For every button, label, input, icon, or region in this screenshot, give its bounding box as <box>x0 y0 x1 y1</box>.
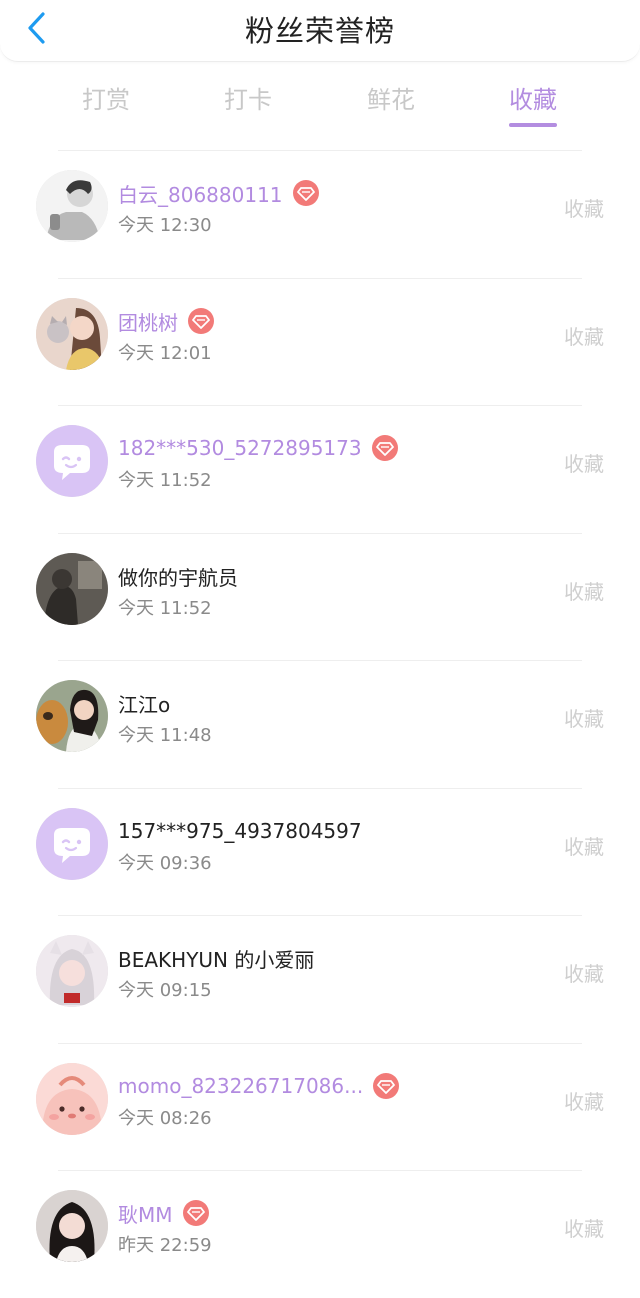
name-line: 做你的宇航员 <box>118 561 238 591</box>
name-line: 白云_806880111 <box>118 178 319 208</box>
timestamp: 今天 12:30 <box>118 215 212 236</box>
avatar[interactable] <box>36 680 108 752</box>
list-item[interactable]: momo_823226717086... 今天 08:26 收藏 <box>0 1043 640 1171</box>
tab-checkin[interactable]: 打卡 <box>200 80 296 115</box>
diamond-icon <box>188 308 214 334</box>
list-item[interactable]: 团桃树今天 12:01 收藏 <box>0 278 640 406</box>
tab-flowers[interactable]: 鲜花 <box>343 80 439 115</box>
name-line: momo_823226717086... <box>118 1071 400 1101</box>
tab-tip[interactable]: 打赏 <box>58 80 154 115</box>
name-line: BEAKHYUN 的小爱丽 <box>118 943 314 973</box>
favorite-action-label: 收藏 <box>564 197 604 221</box>
list-item[interactable]: 182***530_5272895173 今天 11:52 收藏 <box>0 405 640 533</box>
timestamp: 今天 09:15 <box>118 980 212 1001</box>
avatar[interactable] <box>36 935 108 1007</box>
avatar[interactable] <box>36 1063 108 1135</box>
list-item[interactable]: 157***975_4937804597 今天 09:36 收藏 <box>0 788 640 916</box>
avatar[interactable] <box>36 298 108 370</box>
favorite-action-label: 收藏 <box>564 325 604 349</box>
favorite-action-label: 收藏 <box>564 707 604 731</box>
name-line: 江江o <box>118 688 170 718</box>
timestamp: 今天 11:48 <box>118 725 212 746</box>
user-name[interactable]: momo_823226717086... <box>118 1074 363 1098</box>
user-name[interactable]: BEAKHYUN 的小爱丽 <box>118 944 314 973</box>
diamond-icon <box>373 1073 400 1099</box>
list-item[interactable]: 做你的宇航员今天 11:52 收藏 <box>0 533 640 661</box>
diamond-icon <box>371 435 398 461</box>
favorite-action-label: 收藏 <box>564 1090 604 1114</box>
avatar[interactable] <box>36 170 108 242</box>
tab-favorite[interactable]: 收藏 <box>485 80 581 127</box>
favorite-action-label: 收藏 <box>564 835 604 859</box>
name-line: 157***975_4937804597 <box>118 816 362 846</box>
user-name[interactable]: 157***975_4937804597 <box>118 819 362 843</box>
page-title: 粉丝荣誉榜 <box>244 14 395 48</box>
list-item[interactable]: BEAKHYUN 的小爱丽今天 09:15 收藏 <box>0 915 640 1043</box>
user-name[interactable]: 182***530_5272895173 <box>118 436 362 460</box>
diamond-icon <box>292 180 319 206</box>
diamond-icon <box>182 1200 209 1226</box>
name-line: 耿MM <box>118 1198 209 1228</box>
active-tab-indicator <box>509 123 557 127</box>
user-name[interactable]: 江江o <box>118 689 170 718</box>
user-name[interactable]: 做你的宇航员 <box>118 562 238 591</box>
favorite-action-label: 收藏 <box>564 1217 604 1241</box>
timestamp: 今天 11:52 <box>118 470 212 491</box>
favorite-action-label: 收藏 <box>564 452 604 476</box>
timestamp: 今天 11:52 <box>118 598 212 619</box>
timestamp: 今天 09:36 <box>118 853 212 874</box>
timestamp: 今天 12:01 <box>118 343 212 364</box>
user-name[interactable]: 白云_806880111 <box>118 179 283 208</box>
avatar[interactable] <box>36 553 108 625</box>
favorite-action-label: 收藏 <box>564 962 604 986</box>
avatar[interactable] <box>36 1190 108 1262</box>
name-line: 182***530_5272895173 <box>118 433 398 463</box>
list-item[interactable]: 江江o 今天 11:48 收藏 <box>0 660 640 788</box>
avatar[interactable] <box>36 425 108 497</box>
top-bar: 粉丝荣誉榜 <box>0 0 640 62</box>
favorite-action-label: 收藏 <box>564 580 604 604</box>
name-line: 团桃树 <box>118 306 214 336</box>
user-name[interactable]: 团桃树 <box>118 307 178 336</box>
timestamp: 今天 08:26 <box>118 1108 212 1129</box>
timestamp: 昨天 22:59 <box>118 1235 212 1256</box>
user-name[interactable]: 耿MM <box>118 1199 173 1228</box>
tab-favorite-label: 收藏 <box>509 86 557 114</box>
list-item[interactable]: 耿MM 昨天 22:59 收藏 <box>0 1170 640 1298</box>
list-item[interactable]: 白云_806880111 今天 12:30 收藏 <box>0 150 640 278</box>
tab-bar: 打赏 打卡 鲜花 收藏 <box>36 80 604 130</box>
avatar[interactable] <box>36 808 108 880</box>
